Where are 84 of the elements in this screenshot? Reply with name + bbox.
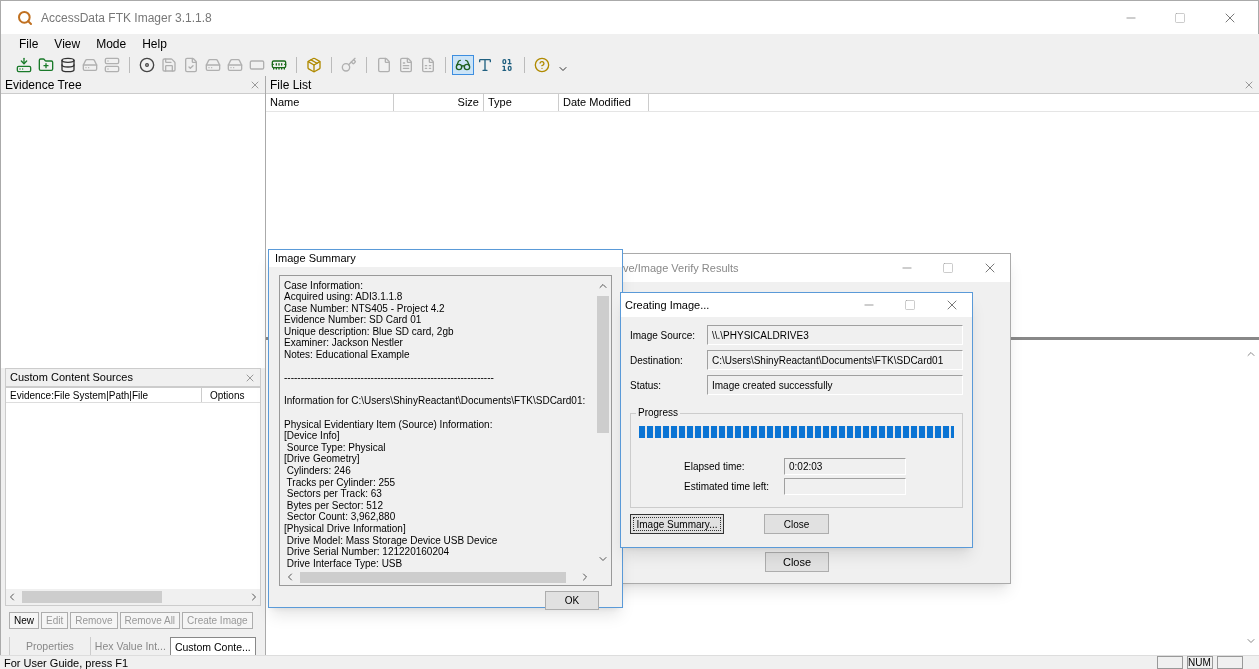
field-label: Destination: <box>630 353 684 368</box>
window-title: AccessData FTK Imager 3.1.1.8 <box>41 9 212 27</box>
summary-line: Case Number: NTS405 - Project 4.2 <box>284 302 446 315</box>
glasses-tool-button[interactable] <box>452 55 474 75</box>
panel-tab[interactable]: Custom Conte... <box>169 637 256 655</box>
ok-button[interactable]: OK <box>545 591 599 611</box>
summary-line: Unique description: Blue SD card, 2gb <box>284 325 455 338</box>
summary-line: Evidence Number: SD Card 01 <box>284 314 423 326</box>
status-panel <box>1217 656 1243 669</box>
panel-title: Evidence Tree <box>5 76 82 94</box>
summary-line: Examiner: Jackson Nestler <box>284 337 404 350</box>
add-evidence-icon <box>16 57 32 73</box>
column-header[interactable]: Evidence:File System|Path|File <box>6 388 202 402</box>
column-header[interactable]: Size <box>394 94 484 111</box>
time-label: Elapsed time: <box>684 460 746 474</box>
dialog-title: ve/Image Verify Results <box>623 260 739 276</box>
dialog-button[interactable]: Image Summary... <box>630 514 724 534</box>
summary-line: Physical Evidentiary Item (Source) Information: <box>284 418 494 431</box>
summary-line: Tracks per Cylinder: 255 <box>285 476 397 489</box>
summary-line: Cylinders: 246 <box>285 465 352 477</box>
file-db-icon <box>420 57 436 73</box>
key-icon <box>341 57 357 73</box>
dialog-title: Image Summary <box>275 251 356 266</box>
drive-icon <box>205 57 221 73</box>
group-title: Progress <box>636 406 680 420</box>
summary-line: Drive Model: Mass Storage Device USB Device <box>285 534 499 547</box>
menu-item[interactable]: View <box>52 35 83 53</box>
scroll-thumb[interactable] <box>22 591 162 603</box>
maximize-icon[interactable] <box>904 299 916 311</box>
summary-line: Source Type: Physical <box>285 441 387 454</box>
summary-line: Sectors per Track: 63 <box>285 488 383 500</box>
field-label: Image Source: <box>630 328 697 343</box>
magnifier-icon <box>17 9 33 26</box>
horizontal-scrollbar[interactable] <box>6 589 260 605</box>
file-icon <box>376 57 392 73</box>
verify-icon <box>183 57 199 73</box>
column-header[interactable]: Date Modified <box>559 94 649 111</box>
panel-button[interactable]: New <box>9 612 39 629</box>
glasses-icon <box>455 57 471 73</box>
time-label: Estimated time left: <box>684 480 771 494</box>
add-all-icon <box>38 57 54 73</box>
menu-item[interactable]: Help <box>140 35 169 53</box>
summary-line: Drive Interface Type: USB <box>285 557 404 570</box>
summary-line: Notes: Educational Example <box>284 349 411 361</box>
drive-icon <box>227 57 243 73</box>
scroll-thumb[interactable] <box>300 571 566 583</box>
column-header[interactable]: Name <box>266 94 394 111</box>
dialog-title: Creating Image... <box>625 297 710 313</box>
memory-icon <box>271 57 287 73</box>
scroll-thumb[interactable] <box>597 295 609 434</box>
maximize-icon[interactable] <box>1174 11 1186 24</box>
status-text: For User Guide, press F1 <box>3 656 130 669</box>
file-text-icon <box>398 57 414 73</box>
text-view-icon <box>477 57 493 73</box>
package-icon <box>306 57 322 73</box>
menu-item[interactable]: Mode <box>94 35 129 53</box>
dialog-button[interactable]: Close <box>764 514 829 534</box>
save-icon <box>161 57 177 73</box>
readonly-field: \\.\PHYSICALDRIVE3 <box>707 325 963 345</box>
summary-line: [Physical Drive Information] <box>284 522 407 535</box>
close-button[interactable]: Close <box>765 552 829 572</box>
panel-title: Custom Content Sources <box>10 370 133 386</box>
summary-line: Bytes per Sector: 512 <box>285 499 384 512</box>
menu-item[interactable]: File <box>17 35 41 53</box>
column-header[interactable]: Options <box>202 388 260 402</box>
summary-line: Drive Serial Number: 121220160204 <box>285 546 451 558</box>
column-header[interactable]: Type <box>484 94 559 111</box>
status-indicator: NUM <box>1187 656 1213 669</box>
field-label: Status: <box>630 378 663 393</box>
maximize-icon[interactable] <box>942 262 954 274</box>
readonly-field: C:\Users\ShinyReactant\Documents\FTK\SDCard01 <box>707 350 963 370</box>
summary-line: Sector Count: 3,962,880 <box>285 511 397 523</box>
summary-line: --------------------------------------------------------------- <box>284 372 495 384</box>
panel-title: File List <box>270 76 312 94</box>
time-field: 0:02:03 <box>784 458 906 475</box>
hex-view-icon <box>499 57 515 73</box>
summary-line: Acquired using: ADI3.1.1.8 <box>284 291 404 303</box>
summary-line: Case Information: <box>284 279 364 292</box>
summary-line: [Drive Geometry] <box>284 453 361 465</box>
readonly-field: Image created successfully <box>707 375 963 395</box>
help-icon <box>534 57 550 73</box>
status-panel <box>1157 656 1183 669</box>
summary-line: Information for C:\Users\ShinyReactant\Documents\FTK\SDCard01: <box>284 395 587 408</box>
summary-line: [Device Info] <box>284 430 341 442</box>
